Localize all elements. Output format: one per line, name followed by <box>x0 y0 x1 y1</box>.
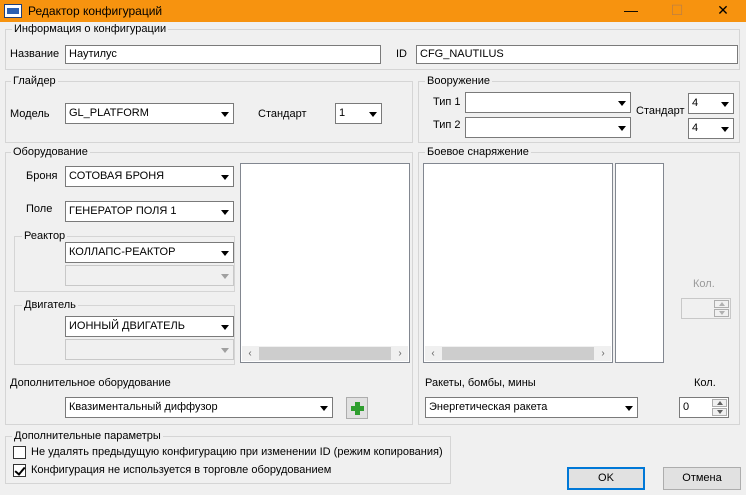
qty-disabled-spinner <box>681 298 731 319</box>
weapon-type1-select[interactable] <box>465 92 631 113</box>
equipment-legend: Оборудование <box>11 146 90 158</box>
spin-down-icon <box>714 309 729 317</box>
scroll-thumb[interactable] <box>442 347 594 360</box>
spin-up-icon <box>714 300 729 308</box>
qty-label: Кол. <box>694 377 716 389</box>
field-select[interactable]: ГЕНЕРАТОР ПОЛЯ 1 <box>65 201 234 222</box>
minimize-button[interactable]: — <box>608 0 654 22</box>
field-label: Поле <box>26 203 53 215</box>
not-traded-label: Конфигурация не используется в торговле … <box>31 464 332 476</box>
chevron-down-icon[interactable] <box>217 105 232 122</box>
weapons-legend: Вооружение <box>425 75 493 87</box>
missile-select[interactable]: Энергетическая ракета <box>425 397 638 418</box>
reactor-select[interactable]: КОЛЛАПС-РЕАКТОР <box>65 242 234 263</box>
model-label: Модель <box>10 108 50 120</box>
ok-button[interactable]: OK <box>567 467 645 490</box>
qty-spinner[interactable]: 0 <box>679 397 729 418</box>
glider-standard-value: 1 <box>339 107 346 119</box>
chevron-down-icon[interactable] <box>217 203 232 220</box>
equipment-list[interactable]: ‹ › <box>240 163 410 363</box>
additional-equipment-label: Дополнительное оборудование <box>10 377 171 389</box>
close-button[interactable]: ✕ <box>700 0 746 22</box>
keep-previous-checkbox[interactable] <box>13 446 26 459</box>
chevron-down-icon[interactable] <box>614 119 629 136</box>
armor-label: Броня <box>26 170 58 182</box>
field-value: ГЕНЕРАТОР ПОЛЯ 1 <box>69 205 177 217</box>
weapon-type1-label: Тип 1 <box>433 96 461 108</box>
cancel-button[interactable]: Отмена <box>663 467 741 490</box>
extra-params-legend: Дополнительные параметры <box>12 430 163 442</box>
weapons-standard2-select[interactable]: 4 <box>688 118 734 139</box>
spin-down-icon[interactable] <box>712 408 727 416</box>
additional-equipment-value: Квазиментальный диффузор <box>69 401 218 413</box>
weapons-standard1-select[interactable]: 4 <box>688 93 734 114</box>
config-info-legend: Информация о конфигурации <box>12 23 169 35</box>
id-label: ID <box>396 48 407 60</box>
weapon-type2-label: Тип 2 <box>433 119 461 131</box>
chevron-down-icon[interactable] <box>717 120 732 137</box>
reactor-secondary-select[interactable] <box>65 265 234 286</box>
app-window-icon <box>4 4 22 18</box>
chevron-down-icon[interactable] <box>316 399 331 416</box>
chevron-down-icon[interactable] <box>365 105 380 122</box>
chevron-down-icon <box>217 341 232 358</box>
armor-select[interactable]: СОТОВАЯ БРОНЯ <box>65 166 234 187</box>
weapon-type2-select[interactable] <box>465 117 631 138</box>
chevron-down-icon[interactable] <box>614 94 629 111</box>
add-equipment-button[interactable] <box>346 397 368 419</box>
ammo-qty-list[interactable] <box>615 163 664 363</box>
chevron-down-icon[interactable] <box>217 318 232 335</box>
reactor-legend: Реактор <box>22 230 68 242</box>
chevron-down-icon[interactable] <box>717 95 732 112</box>
chevron-down-icon[interactable] <box>217 244 232 261</box>
engine-legend: Двигатель <box>22 299 78 311</box>
chevron-down-icon <box>217 267 232 284</box>
engine-secondary-select[interactable] <box>65 339 234 360</box>
model-select[interactable]: GL_PLATFORM <box>65 103 234 124</box>
maximize-button[interactable]: ☐ <box>654 0 700 22</box>
engine-value: ИОННЫЙ ДВИГАТЕЛЬ <box>69 320 185 332</box>
name-label: Название <box>10 48 60 60</box>
keep-previous-label: Не удалять предыдущую конфигурацию при и… <box>31 446 443 458</box>
not-traded-checkbox[interactable] <box>13 464 26 477</box>
qty-disabled-label: Кол. <box>693 278 715 290</box>
glider-standard-label: Стандарт <box>258 108 307 120</box>
scroll-right-icon[interactable]: › <box>392 346 408 361</box>
glider-legend: Глайдер <box>11 75 58 87</box>
scroll-right-icon[interactable]: › <box>595 346 611 361</box>
missile-value: Энергетическая ракета <box>429 401 548 413</box>
missiles-label: Ракеты, бомбы, мины <box>425 377 536 389</box>
engine-select[interactable]: ИОННЫЙ ДВИГАТЕЛЬ <box>65 316 234 337</box>
scroll-left-icon[interactable]: ‹ <box>242 346 258 361</box>
ammo-legend: Боевое снаряжение <box>425 146 531 158</box>
ammo-list[interactable]: ‹ › <box>423 163 613 363</box>
chevron-down-icon[interactable] <box>621 399 636 416</box>
ammo-list-scrollbar[interactable]: ‹ › <box>425 346 611 361</box>
equipment-list-scrollbar[interactable]: ‹ › <box>242 346 408 361</box>
glider-standard-select[interactable]: 1 <box>335 103 382 124</box>
name-input[interactable]: Наутилус <box>65 45 381 64</box>
window-title: Редактор конфигураций <box>28 4 163 18</box>
qty-value: 0 <box>683 401 690 413</box>
spin-up-icon[interactable] <box>712 399 727 407</box>
weapons-standard2-value: 4 <box>692 122 699 134</box>
weapons-standard1-value: 4 <box>692 97 699 109</box>
id-input[interactable]: CFG_NAUTILUS <box>416 45 738 64</box>
scroll-left-icon[interactable]: ‹ <box>425 346 441 361</box>
additional-equipment-select[interactable]: Квазиментальный диффузор <box>65 397 333 418</box>
chevron-down-icon[interactable] <box>217 168 232 185</box>
reactor-value: КОЛЛАПС-РЕАКТОР <box>69 246 176 258</box>
armor-value: СОТОВАЯ БРОНЯ <box>69 170 165 182</box>
weapons-standard-label: Стандарт <box>636 105 685 117</box>
scroll-thumb[interactable] <box>259 347 391 360</box>
model-value: GL_PLATFORM <box>69 107 149 119</box>
